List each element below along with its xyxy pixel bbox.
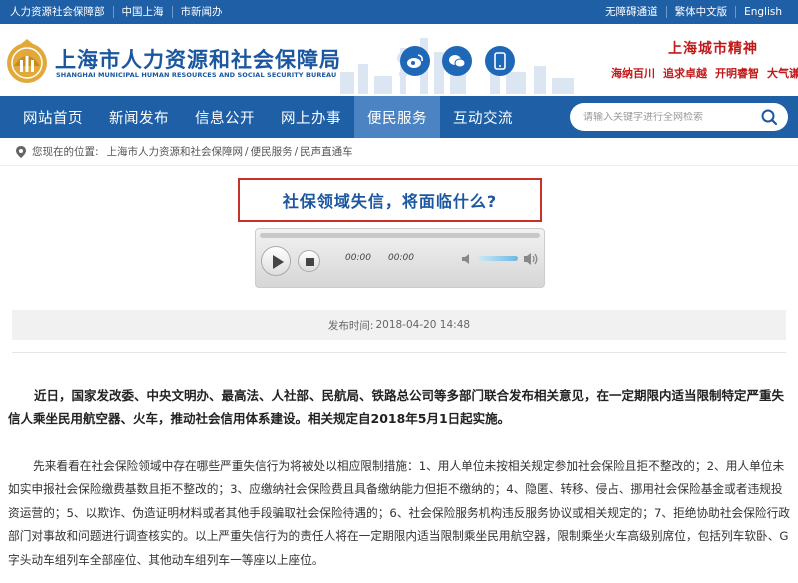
- nav-item-news[interactable]: 新闻发布: [96, 96, 182, 138]
- spirit-word: 大气谦和: [767, 67, 798, 80]
- breadcrumb-label: 您现在的位置:: [32, 146, 99, 158]
- link-news-office[interactable]: 市新闻办: [173, 6, 231, 18]
- publish-date-bar: 发布时间: 2018-04-20 14:48: [12, 310, 786, 340]
- nav-item-convenience-services[interactable]: 便民服务: [354, 96, 440, 138]
- search-icon[interactable]: [760, 108, 778, 126]
- location-pin-icon: [16, 145, 26, 158]
- duration-time: 00:00: [388, 253, 414, 263]
- top-utility-bar: 人力资源社会保障部 中国上海 市新闻办 无障碍通道 繁体中文版 English: [0, 0, 798, 24]
- breadcrumb-item-convenience[interactable]: 便民服务: [251, 144, 293, 159]
- site-header: 上海市人力资源和社会保障局 SHANGHAI MUNICIPAL HUMAN R…: [0, 24, 798, 96]
- stop-icon: [306, 258, 314, 266]
- wechat-icon[interactable]: [442, 46, 472, 76]
- nav-item-interaction[interactable]: 互动交流: [440, 96, 526, 138]
- current-time: 00:00: [345, 253, 371, 263]
- article-headline: 社保领域失信，将面临什么?: [238, 178, 542, 222]
- breadcrumb-item-current[interactable]: 民声直通车: [300, 144, 353, 159]
- link-english[interactable]: English: [736, 6, 790, 18]
- search-box: [570, 103, 788, 131]
- spirit-word: 追求卓越: [663, 67, 707, 80]
- breadcrumb-separator: /: [245, 145, 249, 158]
- play-button[interactable]: [261, 246, 291, 276]
- spirit-word: 海纳百川: [611, 67, 655, 80]
- spirit-word: 开明睿智: [715, 67, 759, 80]
- article-body: 先来看看在社会保险领域中存在哪些严重失信行为将被处以相应限制措施：1、用人单位未…: [8, 459, 790, 567]
- nav-item-online-services[interactable]: 网上办事: [268, 96, 354, 138]
- search-input[interactable]: [583, 111, 753, 123]
- link-traditional-chinese[interactable]: 繁体中文版: [667, 6, 737, 18]
- nav-item-home[interactable]: 网站首页: [10, 96, 96, 138]
- article-lead: 近日，国家发改委、中央文明办、最高法、人社部、民航局、铁路总公司等多部门联合发布…: [8, 388, 785, 426]
- breadcrumb: 您现在的位置: 上海市人力资源和社会保障网 / 便民服务 / 民声直通车: [0, 138, 798, 166]
- audio-player: 00:00 00:00: [255, 228, 545, 288]
- bureau-logo-icon[interactable]: [4, 38, 50, 84]
- publish-date-label: 发布时间:: [327, 319, 374, 332]
- breadcrumb-item-home[interactable]: 上海市人力资源和社会保障网: [107, 144, 244, 159]
- city-spirit-words: 海纳百川追求卓越开明睿智大气谦和: [603, 65, 798, 81]
- mobile-icon[interactable]: [485, 46, 515, 76]
- top-right-links: 无障碍通道 繁体中文版 English: [597, 6, 790, 18]
- publish-date: 2018-04-20 14:48: [375, 319, 471, 331]
- top-left-links: 人力资源社会保障部 中国上海 市新闻办: [8, 6, 231, 18]
- breadcrumb-separator: /: [294, 145, 299, 158]
- nav-item-info-disclosure[interactable]: 信息公开: [182, 96, 268, 138]
- volume-max-icon[interactable]: [523, 251, 539, 267]
- stop-button[interactable]: [298, 250, 320, 272]
- link-accessibility[interactable]: 无障碍通道: [597, 6, 667, 18]
- site-title-english: SHANGHAI MUNICIPAL HUMAN RESOURCES AND S…: [56, 71, 337, 79]
- audio-progress-track[interactable]: [260, 233, 540, 238]
- city-spirit-title: 上海城市精神: [668, 41, 758, 57]
- weibo-icon[interactable]: [400, 46, 430, 76]
- play-icon: [273, 255, 284, 269]
- site-title: 上海市人力资源和社会保障局: [55, 48, 341, 72]
- main-nav: 网站首页 新闻发布 信息公开 网上办事 便民服务 互动交流: [0, 96, 798, 138]
- link-mohrss[interactable]: 人力资源社会保障部: [8, 6, 114, 18]
- divider: [12, 352, 786, 353]
- city-spirit-banner: 上海城市精神 海纳百川追求卓越开明睿智大气谦和: [603, 38, 798, 81]
- volume-mute-icon[interactable]: [461, 253, 473, 265]
- volume-slider[interactable]: [478, 256, 518, 261]
- link-china-shanghai[interactable]: 中国上海: [114, 6, 173, 18]
